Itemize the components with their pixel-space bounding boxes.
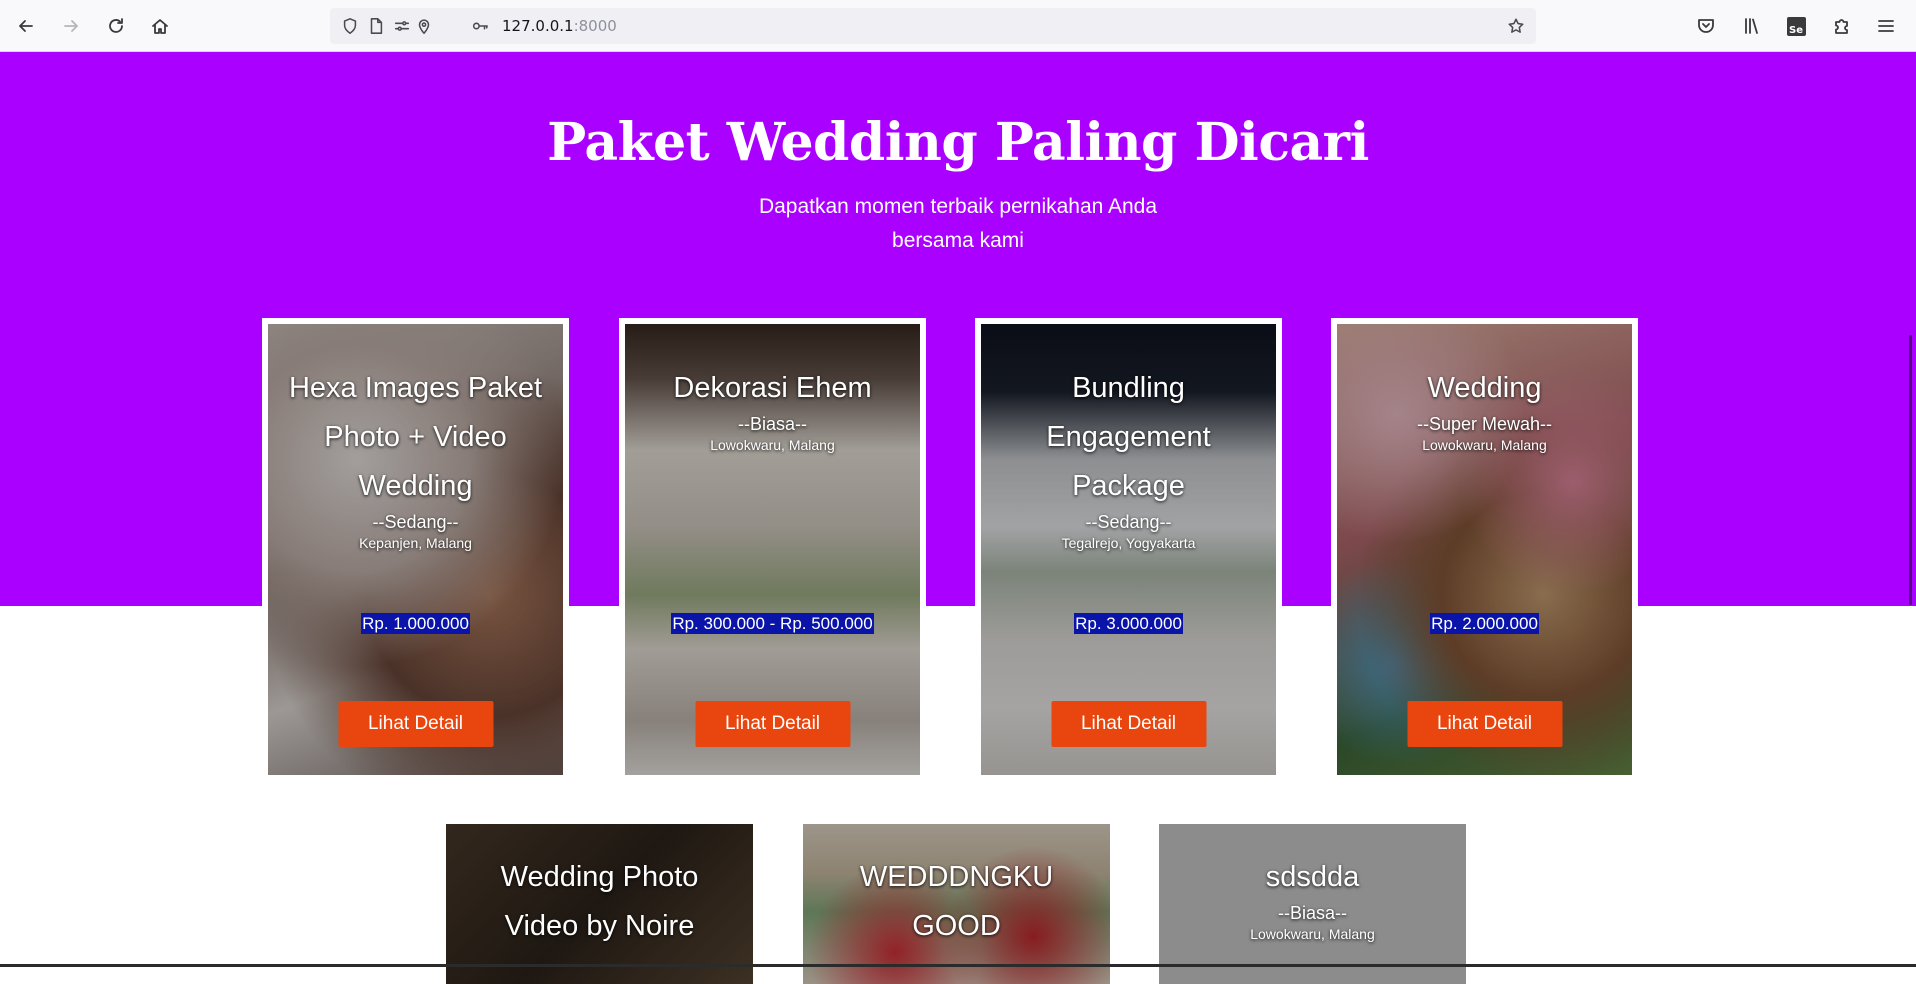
card-price: Rp. 3.000.000 <box>981 613 1276 634</box>
card-title: Wedding <box>1427 372 1542 404</box>
card-price-text: Rp. 2.000.000 <box>1430 613 1539 634</box>
hero-subtitle: Dapatkan momen terbaik pernikahan Anda b… <box>758 195 1158 252</box>
package-card: Wedding --Super Mewah-- Lowokwaru, Malan… <box>1331 318 1638 781</box>
hero-title: Paket Wedding Paling Dicari <box>547 112 1369 173</box>
back-icon[interactable] <box>12 12 40 40</box>
detail-button[interactable]: Lihat Detail <box>1051 701 1206 747</box>
library-icon[interactable] <box>1738 12 1766 40</box>
card-title: sdsdda <box>1265 861 1360 893</box>
card-price: Rp. 1.000.000 <box>268 613 563 634</box>
card-location: Tegalrejo, Yogyakarta <box>1061 535 1196 551</box>
bookmark-star-icon[interactable] <box>1506 16 1526 36</box>
card-title: Bundling Engagement Package <box>1046 372 1211 502</box>
card-info: Wedding --Super Mewah-- Lowokwaru, Malan… <box>1337 364 1632 454</box>
card-info: Bundling Engagement Package --Sedang-- T… <box>981 364 1276 552</box>
detail-button[interactable]: Lihat Detail <box>1407 701 1562 747</box>
card-title: Hexa Images Paket Photo + Video Wedding <box>288 372 543 502</box>
card-price-text: Rp. 3.000.000 <box>1074 613 1183 634</box>
card-location: Lowokwaru, Malang <box>1422 437 1547 453</box>
location-icon[interactable] <box>414 16 434 36</box>
selenium-extension-icon[interactable]: Se <box>1782 12 1810 40</box>
package-card: Hexa Images Paket Photo + Video Wedding … <box>262 318 569 781</box>
url-host: 127.0.0.1 <box>502 17 574 35</box>
card-location: Lowokwaru, Malang <box>710 437 835 453</box>
card-title: Dekorasi Ehem <box>673 372 872 404</box>
card-price: Rp. 2.000.000 <box>1337 613 1632 634</box>
card-title: Wedding Photo Video by Noire <box>500 861 699 942</box>
card-info: Wedding Photo Video by Noire <box>446 853 753 951</box>
permissions-icon[interactable] <box>392 16 412 36</box>
detail-button[interactable]: Lihat Detail <box>338 701 493 747</box>
card-info: Dekorasi Ehem --Biasa-- Lowokwaru, Malan… <box>625 364 920 454</box>
card-price-text: Rp. 300.000 - Rp. 500.000 <box>671 613 874 634</box>
card-level: --Sedang-- <box>372 512 459 532</box>
card-info: sdsdda --Biasa-- Lowokwaru, Malang <box>1159 853 1466 943</box>
package-card: Dekorasi Ehem --Biasa-- Lowokwaru, Malan… <box>619 318 926 781</box>
address-bar[interactable]: 127.0.0.1:8000 <box>330 8 1536 44</box>
selenium-badge: Se <box>1786 16 1806 36</box>
reload-icon[interactable] <box>102 12 130 40</box>
card-price: Rp. 300.000 - Rp. 500.000 <box>625 613 920 634</box>
card-location: Lowokwaru, Malang <box>1250 926 1375 942</box>
card-info: Hexa Images Paket Photo + Video Wedding … <box>268 364 563 552</box>
pocket-icon[interactable] <box>1692 12 1720 40</box>
url-text[interactable]: 127.0.0.1:8000 <box>502 17 617 35</box>
detail-button[interactable]: Lihat Detail <box>695 701 850 747</box>
home-icon[interactable] <box>146 12 174 40</box>
extensions-icon[interactable] <box>1827 12 1855 40</box>
browser-toolbar: 127.0.0.1:8000 Se <box>0 0 1916 52</box>
shield-icon[interactable] <box>340 16 360 36</box>
card-level: --Sedang-- <box>1085 512 1172 532</box>
page-icon[interactable] <box>366 16 386 36</box>
card-location: Kepanjen, Malang <box>359 535 472 551</box>
forward-icon[interactable] <box>57 12 85 40</box>
scrollbar-thumb[interactable] <box>1909 335 1912 605</box>
card-price-text: Rp. 1.000.000 <box>361 613 470 634</box>
url-port: :8000 <box>573 17 617 35</box>
card-level: --Biasa-- <box>737 414 807 434</box>
package-card: sdsdda --Biasa-- Lowokwaru, Malang <box>1159 824 1466 984</box>
key-icon[interactable] <box>470 16 490 36</box>
card-level: --Super Mewah-- <box>1416 414 1553 434</box>
card-title: WEDDDNGKU GOOD <box>859 861 1054 942</box>
card-info: WEDDDNGKU GOOD <box>803 853 1110 951</box>
package-card: Wedding Photo Video by Noire <box>446 824 753 984</box>
package-card: WEDDDNGKU GOOD <box>803 824 1110 984</box>
menu-icon[interactable] <box>1872 12 1900 40</box>
package-card: Bundling Engagement Package --Sedang-- T… <box>975 318 1282 781</box>
card-level: --Biasa-- <box>1277 903 1347 923</box>
